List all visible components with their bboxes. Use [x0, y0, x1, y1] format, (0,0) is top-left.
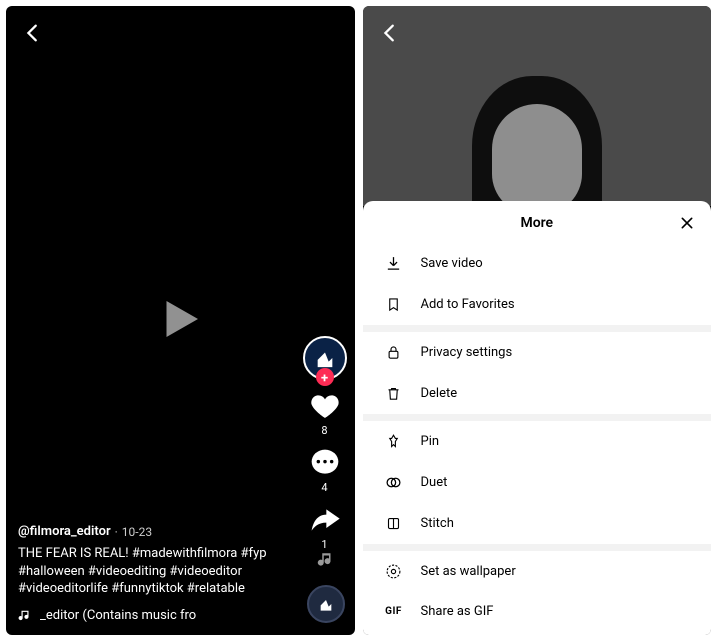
menu-label: Privacy settings: [421, 345, 513, 360]
download-icon: [385, 255, 403, 272]
menu-label: Pin: [421, 434, 440, 449]
menu-label: Duet: [421, 475, 448, 490]
bookmark-icon: [385, 296, 403, 313]
menu-item-privacy[interactable]: Privacy settings: [363, 332, 712, 373]
video-info: @filmora_editor · 10-23 THE FEAR IS REAL…: [18, 524, 285, 623]
pin-icon: [385, 433, 403, 450]
menu-label: Add to Favorites: [421, 297, 515, 312]
username[interactable]: @filmora_editor: [18, 524, 111, 539]
more-bottom-sheet: More Save video Add to Favorites: [363, 201, 712, 635]
menu-list: Save video Add to Favorites Privacy sett…: [363, 243, 712, 631]
menu-item-duet[interactable]: Duet: [363, 462, 712, 503]
menu-label: Delete: [421, 386, 458, 401]
menu-item-delete[interactable]: Delete: [363, 373, 712, 414]
section-divider: [363, 325, 712, 332]
back-button[interactable]: [22, 22, 44, 48]
back-button[interactable]: [379, 22, 401, 48]
stitch-icon: [385, 515, 403, 532]
sound-note-icon[interactable]: [317, 551, 335, 573]
effects-icon[interactable]: [316, 515, 336, 539]
trash-icon: [385, 385, 403, 402]
follow-plus-icon: +: [321, 372, 328, 385]
duet-icon: [385, 474, 403, 491]
menu-label: Share as GIF: [421, 604, 494, 619]
sheet-header: More: [363, 201, 712, 243]
play-button[interactable]: [153, 292, 207, 350]
comment-button[interactable]: 4: [309, 447, 341, 494]
section-divider: [363, 414, 712, 421]
menu-item-share-gif[interactable]: GIF Share as GIF: [363, 592, 712, 631]
menu-label: Set as wallpaper: [421, 564, 516, 579]
menu-item-add-favorites[interactable]: Add to Favorites: [363, 284, 712, 325]
gif-icon: GIF: [385, 606, 403, 617]
music-info[interactable]: _editor (Contains music fro: [18, 608, 285, 623]
video-caption[interactable]: THE FEAR IS REAL! #madewithfilmora #fyp …: [18, 545, 285, 598]
video-preview: [363, 6, 712, 206]
music-disc[interactable]: [307, 585, 345, 623]
lock-icon: [385, 344, 403, 361]
comment-count: 4: [321, 481, 327, 494]
menu-item-wallpaper[interactable]: Set as wallpaper: [363, 551, 712, 592]
wallpaper-icon: [385, 563, 403, 580]
section-divider: [363, 544, 712, 551]
music-text: _editor (Contains music fro: [40, 608, 196, 623]
music-note-icon: [18, 609, 32, 623]
post-date: 10-23: [122, 525, 152, 539]
menu-item-save-video[interactable]: Save video: [363, 243, 712, 284]
video-thumbnail-face: [472, 76, 602, 206]
like-count: 8: [321, 424, 327, 437]
like-button[interactable]: 8: [309, 390, 341, 437]
menu-label: Stitch: [421, 516, 454, 531]
more-options-screen: More Save video Add to Favorites: [363, 6, 712, 635]
effects-stack: [307, 515, 345, 623]
close-button[interactable]: [679, 215, 695, 235]
profile-avatar[interactable]: +: [303, 336, 347, 380]
menu-item-stitch[interactable]: Stitch: [363, 503, 712, 544]
sheet-title: More: [379, 215, 696, 231]
video-player-screen: + 8 4 1 @filmora_editor · 10-23: [6, 6, 355, 635]
date-separator: ·: [115, 525, 118, 539]
menu-label: Save video: [421, 256, 483, 271]
menu-item-pin[interactable]: Pin: [363, 421, 712, 462]
